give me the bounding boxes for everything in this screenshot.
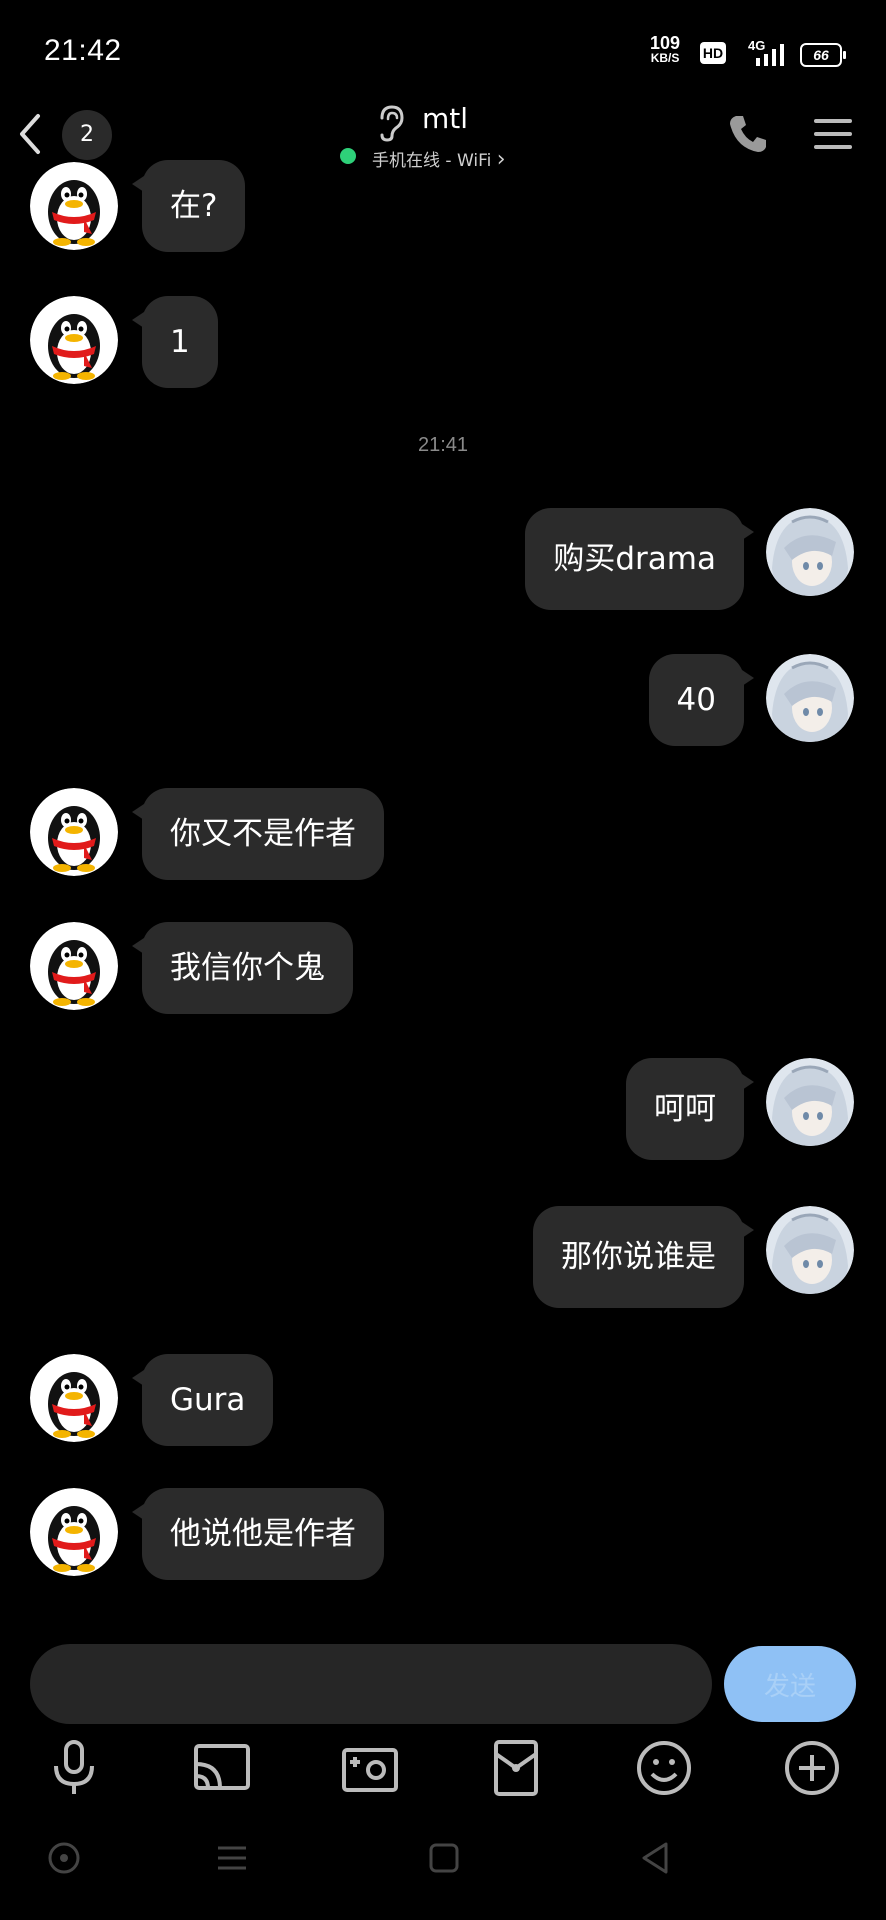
back-triangle-icon[interactable] [636, 1838, 676, 1878]
message-bubble[interactable]: 他说他是作者 [132, 1488, 384, 1580]
cast-icon[interactable] [190, 1736, 254, 1800]
self-avatar[interactable] [766, 654, 854, 742]
message-input[interactable] [30, 1644, 712, 1724]
emoji-icon[interactable] [632, 1736, 696, 1800]
self-avatar[interactable] [766, 508, 854, 596]
plus-icon[interactable] [780, 1736, 844, 1800]
send-button[interactable]: 发送 [724, 1646, 856, 1722]
chevron-right-icon: › [496, 147, 506, 172]
back-chevron-icon[interactable] [14, 112, 46, 156]
message-bubble[interactable]: 呵呵 [626, 1058, 754, 1160]
hd-badge: HD [700, 42, 726, 64]
message-bubble[interactable]: Gura [131, 1354, 274, 1446]
contact-avatar[interactable] [30, 788, 118, 876]
net-speed-value: 109 [650, 33, 681, 53]
message-bubble[interactable]: 购买drama [525, 508, 754, 610]
unread-count-badge[interactable]: 2 [62, 110, 112, 160]
contact-avatar[interactable] [30, 296, 118, 384]
net-speed: 109 KB/S [650, 33, 681, 66]
message-bubble[interactable]: 在? [131, 160, 246, 252]
mic-icon[interactable] [42, 1736, 106, 1800]
red-packet-icon[interactable] [484, 1736, 548, 1800]
online-status[interactable]: 手机在线 - WiFi › [372, 146, 506, 172]
contact-avatar[interactable] [30, 922, 118, 1010]
contact-avatar[interactable] [30, 1488, 118, 1576]
message-bubble[interactable]: 我信你个鬼 [132, 922, 353, 1014]
battery-icon: 66 [800, 43, 846, 67]
menu-lines-icon[interactable] [212, 1838, 252, 1878]
online-status-dot [340, 148, 356, 164]
home-circle-icon[interactable] [44, 1838, 84, 1878]
camera-icon[interactable] [338, 1736, 402, 1800]
contact-avatar[interactable] [30, 162, 118, 250]
message-bubble[interactable]: 你又不是作者 [132, 788, 384, 880]
message-bubble[interactable]: 1 [132, 296, 218, 388]
status-time: 21:42 [44, 34, 122, 67]
menu-icon[interactable] [808, 112, 858, 156]
self-avatar[interactable] [766, 1206, 854, 1294]
phone-icon[interactable] [726, 112, 770, 156]
signal-icon [756, 44, 784, 66]
ear-icon[interactable] [376, 104, 406, 142]
square-icon[interactable] [424, 1838, 464, 1878]
contact-name[interactable]: mtl [422, 102, 468, 135]
online-status-text: 手机在线 - WiFi [372, 151, 492, 171]
self-avatar[interactable] [766, 1058, 854, 1146]
message-timestamp: 21:41 [417, 434, 469, 456]
message-bubble[interactable]: 那你说谁是 [533, 1206, 754, 1308]
contact-avatar[interactable] [30, 1354, 118, 1442]
message-bubble[interactable]: 40 [648, 654, 755, 746]
net-speed-unit: KB/S [650, 51, 680, 65]
